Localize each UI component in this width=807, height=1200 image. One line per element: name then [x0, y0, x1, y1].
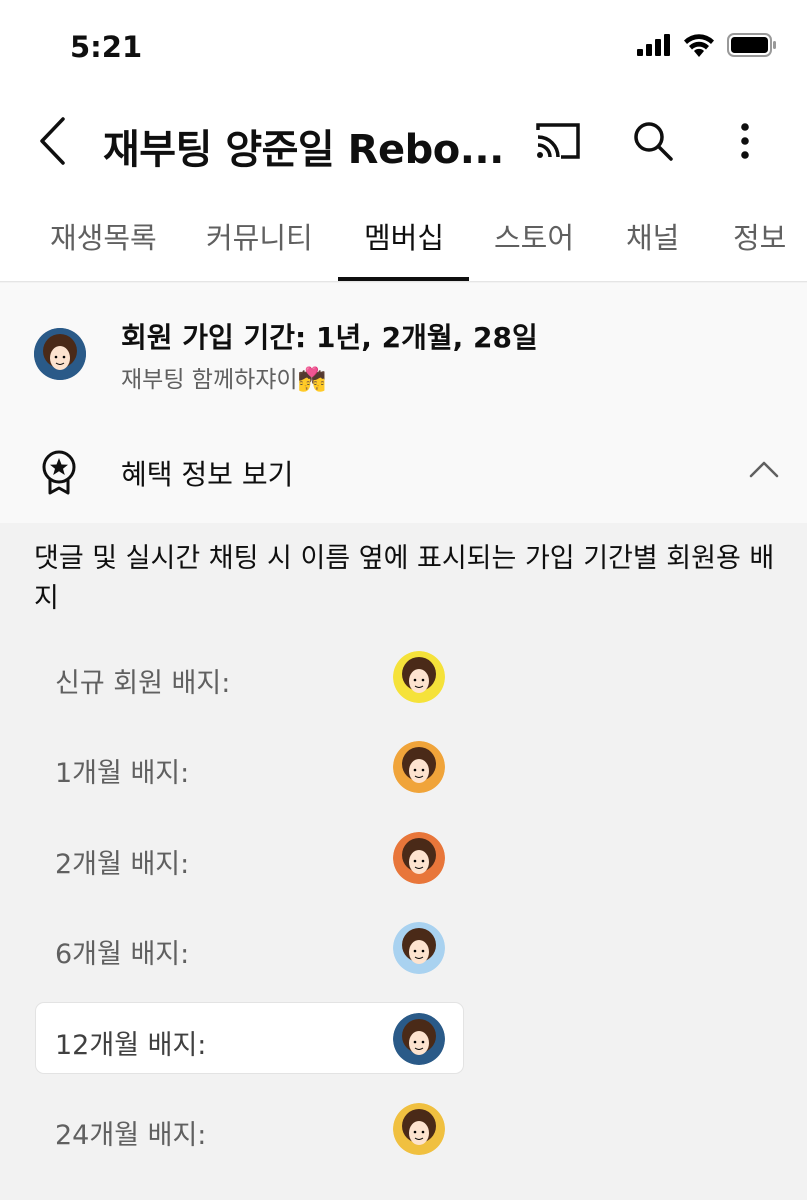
benefits-label: 혜택 정보 보기 [121, 458, 294, 491]
chevron-up-icon [749, 461, 779, 478]
badge-avatar-icon [393, 922, 445, 974]
member-avatar [34, 328, 86, 380]
award-badge-icon [42, 450, 76, 495]
badge-avatar-icon [393, 832, 445, 884]
status-time: 5:21 [70, 30, 143, 64]
badge-label: 24개월 배지: [55, 1120, 207, 1151]
status-bar: 5:21 [0, 0, 807, 95]
more-options-button[interactable] [720, 115, 770, 167]
collapse-button[interactable] [740, 449, 788, 489]
search-button[interactable] [625, 115, 680, 167]
membership-duration: 회원 가입 기간: 1년, 2개월, 28일 [121, 321, 538, 354]
badge-row: 신규 회원 배지: [36, 641, 463, 711]
tab-playlists[interactable]: 재생목록 [50, 190, 157, 282]
member-face-icon [34, 328, 86, 380]
badge-label: 12개월 배지: [55, 1030, 207, 1061]
channel-tabs: 재생목록 커뮤니티 멤버십 스토어 채널 정보 [0, 190, 807, 282]
membership-summary: 회원 가입 기간: 1년, 2개월, 28일 재부팅 함께하쟈이💏 혜택 정보 … [0, 283, 807, 523]
badge-label: 신규 회원 배지: [55, 668, 231, 699]
tab-community[interactable]: 커뮤니티 [206, 190, 313, 282]
active-tab-indicator [338, 277, 469, 281]
more-vertical-icon [741, 123, 749, 159]
badge-row: 24개월 배지: [36, 1093, 463, 1163]
cast-button[interactable] [530, 115, 585, 167]
app-bar: 재부팅 양준일 Rebo... [0, 95, 807, 190]
tab-channels[interactable]: 채널 [626, 190, 679, 282]
badge-avatar-icon [393, 1013, 445, 1065]
battery-icon [727, 33, 776, 57]
wifi-icon [684, 33, 714, 57]
membership-tier: 재부팅 함께하쟈이💏 [121, 367, 327, 393]
cellular-signal-icon [637, 34, 670, 56]
loyalty-badges-section: 댓글 및 실시간 채팅 시 이름 옆에 표시되는 가입 기간별 회원용 배지 신… [0, 523, 807, 1200]
cast-icon [535, 123, 580, 159]
tab-membership[interactable]: 멤버십 [364, 190, 444, 282]
badge-avatar-icon [393, 741, 445, 793]
chevron-left-icon [40, 117, 65, 165]
badges-description: 댓글 및 실시간 채팅 시 이름 옆에 표시되는 가입 기간별 회원용 배지 [34, 543, 775, 614]
tab-store[interactable]: 스토어 [494, 190, 574, 282]
badge-row: 6개월 배지: [36, 912, 463, 982]
search-icon [633, 122, 673, 161]
back-button[interactable] [28, 113, 78, 169]
benefits-toggle-row[interactable]: 혜택 정보 보기 [0, 423, 807, 513]
badge-avatar-icon [393, 1103, 445, 1155]
benefits-icon-wrap [38, 449, 80, 499]
badge-avatar-icon [393, 651, 445, 703]
status-icons [637, 33, 777, 57]
badge-label: 6개월 배지: [55, 939, 190, 970]
badge-row: 12개월 배지: [36, 1003, 463, 1073]
tab-about[interactable]: 정보 [733, 190, 786, 282]
channel-title: 재부팅 양준일 Rebo... [103, 127, 504, 173]
badge-label: 1개월 배지: [55, 758, 190, 789]
badge-row: 2개월 배지: [36, 822, 463, 892]
badge-label: 2개월 배지: [55, 849, 190, 880]
badge-row: 1개월 배지: [36, 731, 463, 801]
